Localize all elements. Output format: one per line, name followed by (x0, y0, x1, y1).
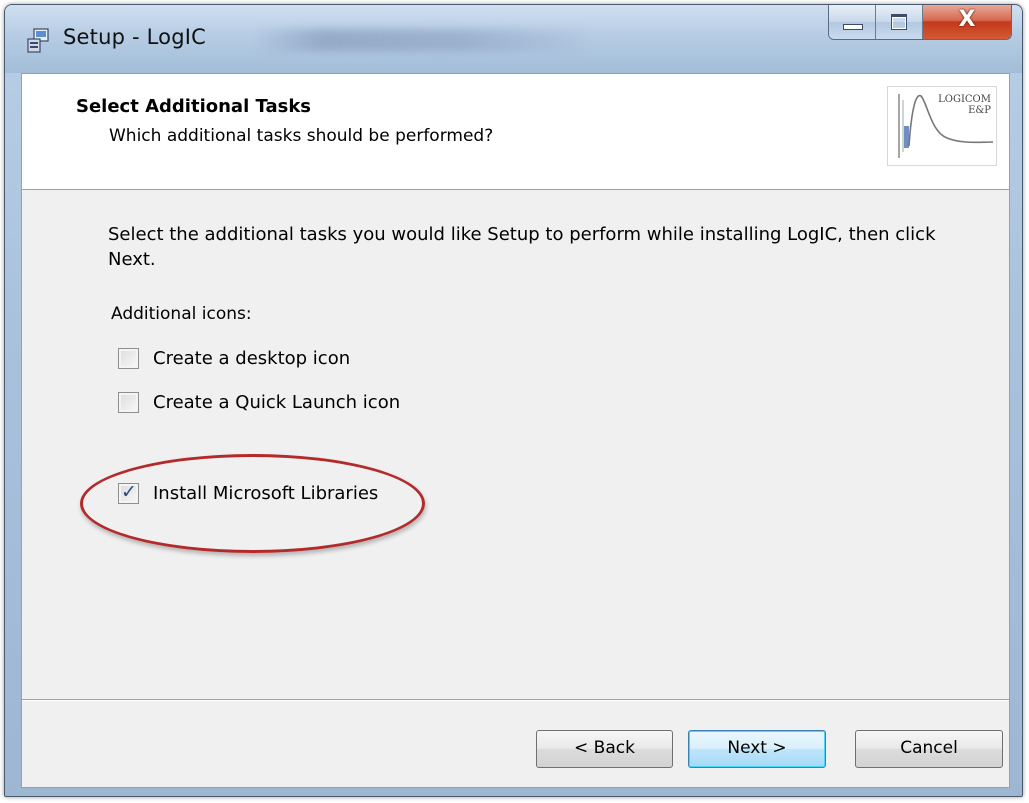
desktop-icon-checkbox[interactable] (118, 348, 139, 369)
logo-text-line2: E&P (968, 105, 991, 116)
maximize-icon (891, 14, 907, 30)
instructions-text: Select the additional tasks you would li… (108, 224, 936, 270)
task-quick-launch-icon[interactable]: Create a Quick Launch icon (118, 392, 400, 413)
task-desktop-icon[interactable]: Create a desktop icon (118, 348, 350, 369)
close-icon: X (958, 7, 976, 32)
page-title: Select Additional Tasks (76, 96, 312, 117)
close-button[interactable]: X (923, 5, 1011, 39)
minimize-button[interactable] (829, 5, 876, 39)
back-button[interactable]: < Back (536, 730, 673, 768)
additional-icons-label: Additional icons: (111, 304, 252, 324)
logo-text-line1: LOGICOM (938, 94, 991, 105)
setup-app-icon (27, 28, 49, 53)
footer-separator (22, 699, 1009, 701)
maximize-button[interactable] (876, 5, 923, 39)
logicom-logo: LOGICOM E&P (887, 86, 997, 166)
desktop-icon-label: Create a desktop icon (153, 348, 351, 369)
quick-launch-icon-checkbox[interactable] (118, 392, 139, 413)
highlight-annotation-ellipse (80, 454, 425, 553)
wizard-page: Select Additional Tasks Which additional… (21, 73, 1010, 788)
next-button[interactable]: Next > (688, 730, 826, 768)
window-title: Setup - LogIC (63, 25, 207, 49)
title-bar[interactable]: Setup - LogIC X (5, 5, 1022, 73)
minimize-icon (843, 24, 863, 30)
page-subtitle: Which additional tasks should be perform… (109, 126, 494, 146)
cancel-button[interactable]: Cancel (855, 730, 1003, 768)
setup-window: Setup - LogIC X Select Additional Tasks … (4, 4, 1023, 797)
title-bar-blur (255, 29, 595, 51)
caption-buttons: X (828, 5, 1012, 40)
quick-launch-icon-label: Create a Quick Launch icon (153, 392, 401, 413)
wizard-header: Select Additional Tasks Which additional… (22, 74, 1009, 190)
